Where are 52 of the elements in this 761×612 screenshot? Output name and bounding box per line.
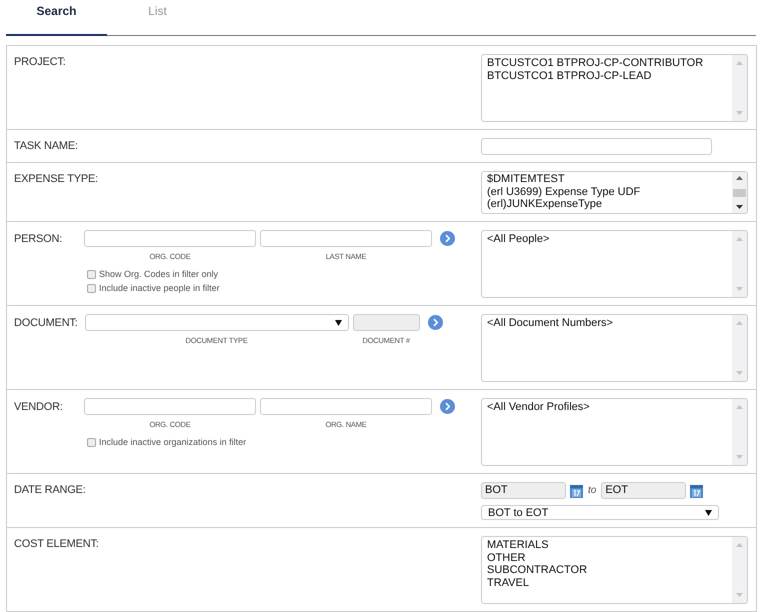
list-box[interactable]: <All Vendor Profiles>: [481, 398, 748, 466]
scrollbar[interactable]: [732, 172, 747, 213]
list-item[interactable]: SUBCONTRACTOR: [487, 564, 727, 577]
go-button[interactable]: [440, 231, 455, 246]
list-box[interactable]: $DMITEMTEST (erl U3699) Expense Type UDF (erl)JUNKExpenseType: [481, 171, 748, 214]
date-field[interactable]: EOT: [601, 482, 686, 499]
checkbox-label[interactable]: Show Org. Codes in filter only: [99, 269, 218, 279]
list-box[interactable]: MATERIALS OTHER SUBCONTRACTOR TRAVEL: [481, 536, 748, 604]
go-button[interactable]: [440, 399, 455, 414]
list-item[interactable]: $DMITEMTEST: [487, 173, 727, 186]
caret-icon: [334, 320, 342, 326]
calendar-icon[interactable]: [690, 484, 704, 498]
checkbox[interactable]: [87, 284, 96, 292]
list-item[interactable]: BTCUSTCO1 BTPROJ-CP-LEAD: [487, 70, 727, 82]
list-box[interactable]: <All Document Numbers>: [481, 314, 748, 382]
list-item[interactable]: (erl)JUNKExpenseType: [487, 198, 727, 211]
input-field[interactable]: [481, 138, 712, 155]
field-label: EXPENSE TYPE:: [14, 172, 98, 187]
tab[interactable]: Search: [6, 0, 107, 36]
list-item[interactable]: MATERIALS: [487, 539, 727, 552]
list-box[interactable]: <All People>: [481, 230, 748, 298]
field-label: DOCUMENT:: [14, 316, 79, 331]
range-dropdown[interactable]: BOT to EOT: [481, 505, 719, 520]
checkbox-label[interactable]: Include inactive organizations in filter: [99, 437, 246, 447]
field-label: PROJECT:: [14, 55, 66, 70]
date-field[interactable]: BOT: [481, 482, 566, 499]
calendar-icon[interactable]: [570, 484, 583, 498]
scroll-thumb[interactable]: [732, 189, 747, 197]
list-item[interactable]: <All Vendor Profiles>: [487, 401, 727, 414]
input-field[interactable]: [84, 230, 256, 247]
field-label: TASK NAME:: [14, 139, 78, 154]
go-button[interactable]: [428, 315, 443, 330]
list-item[interactable]: (erl U3699) Expense Type UDF: [487, 186, 727, 198]
list-item[interactable]: TRAVEL: [487, 576, 727, 590]
input-field[interactable]: [260, 230, 432, 247]
field-label: VENDOR:: [14, 400, 64, 415]
list-item[interactable]: <All Document Numbers>: [487, 317, 727, 330]
list-item[interactable]: OTHER: [487, 552, 727, 564]
list-box[interactable]: BTCUSTCO1 BTPROJ-CP-CONTRIBUTOR BTCUSTCO1 BTPROJ-CP-LEAD: [481, 54, 748, 122]
list-item[interactable]: <All People>: [487, 233, 727, 246]
field-label: COST ELEMENT:: [14, 537, 99, 552]
list-item[interactable]: BTCUSTCO1 BTPROJ-CP-CONTRIBUTOR: [487, 57, 727, 70]
dropdown[interactable]: [84, 314, 349, 331]
field-label: PERSON:: [14, 232, 64, 247]
caret-icon: [705, 510, 712, 516]
checkbox[interactable]: [87, 438, 96, 446]
input-field[interactable]: [260, 398, 432, 415]
checkbox[interactable]: [87, 270, 96, 278]
range-separator: to: [587, 485, 598, 496]
input-field[interactable]: [84, 398, 256, 415]
field-label: DATE RANGE:: [14, 483, 86, 498]
checkbox-label[interactable]: Include inactive people in filter: [99, 283, 220, 293]
